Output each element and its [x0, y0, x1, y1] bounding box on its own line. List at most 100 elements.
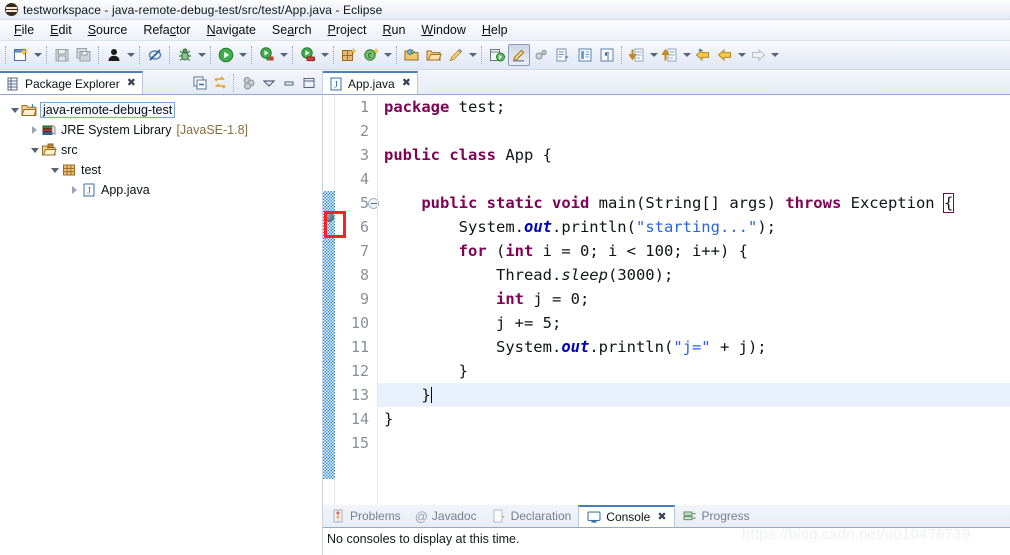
- line-number: 4: [359, 170, 369, 188]
- java-perspective-icon[interactable]: [486, 44, 508, 66]
- next-edit-icon[interactable]: [626, 44, 648, 66]
- marker-bar[interactable]: [323, 95, 335, 540]
- skip-breakpoints-icon[interactable]: [144, 44, 166, 66]
- next-annotation-icon[interactable]: [552, 44, 574, 66]
- menu-source[interactable]: Source: [80, 22, 136, 38]
- code-line: public class App {: [384, 146, 553, 164]
- source-folder-icon: [41, 142, 57, 158]
- tab-javadoc[interactable]: @ Javadoc: [408, 505, 484, 527]
- menu-search[interactable]: Search: [264, 22, 320, 38]
- new-class-dropdown-icon[interactable]: [382, 44, 393, 66]
- view-menu-icon[interactable]: [259, 73, 278, 92]
- tree-item-jre-library[interactable]: JRE System Library [JavaSE-1.8]: [0, 120, 322, 140]
- new-class-icon[interactable]: C: [360, 44, 382, 66]
- menu-navigate[interactable]: Navigate: [199, 22, 264, 38]
- code-editor[interactable]: package test; public class App { public …: [377, 95, 1010, 540]
- filters-icon[interactable]: [239, 73, 258, 92]
- tree-item-jre-library-label: JRE System Library: [61, 123, 172, 137]
- edit-highlight-icon[interactable]: [508, 44, 530, 66]
- tab-console[interactable]: Console ✖: [578, 505, 675, 527]
- new-package-icon[interactable]: [338, 44, 360, 66]
- debug-dropdown-icon[interactable]: [196, 44, 207, 66]
- package-icon: [61, 162, 77, 178]
- save-all-icon[interactable]: [73, 44, 95, 66]
- external-tools-dropdown-icon[interactable]: [278, 44, 289, 66]
- close-icon[interactable]: ✖: [127, 78, 136, 89]
- link-icon[interactable]: [530, 44, 552, 66]
- menu-help[interactable]: Help: [474, 22, 516, 38]
- tree-item-app-java[interactable]: J App.java: [0, 180, 322, 200]
- paragraph-icon[interactable]: ¶: [596, 44, 618, 66]
- tree-item-src[interactable]: src: [0, 140, 322, 160]
- twisty-down-icon[interactable]: [48, 167, 61, 173]
- person-icon[interactable]: [103, 44, 125, 66]
- search-dropdown-icon[interactable]: [467, 44, 478, 66]
- tree-item-test-package[interactable]: test: [0, 160, 322, 180]
- toolbar-separator: [621, 46, 623, 64]
- eclipse-window: testworkspace - java-remote-debug-test/s…: [0, 0, 1010, 555]
- twisty-right-icon[interactable]: [28, 126, 41, 134]
- line-number: 5: [359, 194, 369, 212]
- open-type-icon[interactable]: [401, 44, 423, 66]
- toggle-view-icon[interactable]: [574, 44, 596, 66]
- code-line: for (int i = 0; i < 100; i++) {: [458, 242, 748, 260]
- close-icon[interactable]: ✖: [402, 78, 411, 89]
- package-explorer-icon: [5, 76, 21, 92]
- back-dropdown-icon[interactable]: [736, 44, 747, 66]
- tab-app-java[interactable]: J App.java ✖: [323, 71, 418, 94]
- run-external-tools-icon[interactable]: [256, 44, 278, 66]
- package-explorer-tree[interactable]: java-remote-debug-test JRE System Librar…: [0, 95, 322, 555]
- run-icon[interactable]: [215, 44, 237, 66]
- code-line-current: }: [378, 383, 1010, 407]
- debug-icon[interactable]: [174, 44, 196, 66]
- previous-edit-dropdown-icon[interactable]: [681, 44, 692, 66]
- editor-body: 1 2 3 4 5 6 7 8 9 10 11 12 13 14 15 pack…: [323, 95, 1010, 540]
- tab-declaration[interactable]: Declaration: [484, 505, 579, 527]
- progress-icon: [682, 508, 698, 524]
- collapse-all-icon[interactable]: [190, 73, 209, 92]
- open-resource-icon[interactable]: [423, 44, 445, 66]
- toolbar-separator: [396, 46, 398, 64]
- person-dropdown-icon[interactable]: [125, 44, 136, 66]
- new-wizard-icon[interactable]: [10, 44, 32, 66]
- tree-item-test-package-label: test: [81, 163, 102, 177]
- twisty-right-icon[interactable]: [68, 186, 81, 194]
- twisty-down-icon[interactable]: [8, 107, 21, 113]
- forward-dropdown-icon[interactable]: [769, 44, 780, 66]
- package-explorer-tab-row: Package Explorer ✖: [0, 71, 322, 95]
- menu-run[interactable]: Run: [374, 22, 413, 38]
- menu-project[interactable]: Project: [320, 22, 375, 38]
- line-number-gutter: 1 2 3 4 5 6 7 8 9 10 11 12 13 14 15: [335, 95, 379, 540]
- menu-refactor[interactable]: Refactor: [135, 22, 198, 38]
- close-icon[interactable]: ✖: [657, 511, 666, 523]
- menu-file[interactable]: File: [6, 22, 42, 38]
- tab-progress[interactable]: Progress: [675, 505, 757, 527]
- menu-edit[interactable]: Edit: [42, 22, 80, 38]
- menu-window[interactable]: Window: [413, 22, 473, 38]
- coverage-dropdown-icon[interactable]: [319, 44, 330, 66]
- search-pencil-icon[interactable]: [445, 44, 467, 66]
- link-with-editor-icon[interactable]: [210, 73, 229, 92]
- minimize-icon[interactable]: [279, 73, 298, 92]
- maximize-icon[interactable]: [299, 73, 318, 92]
- forward-icon[interactable]: [747, 44, 769, 66]
- code-line: }: [384, 410, 394, 428]
- tab-package-explorer[interactable]: Package Explorer ✖: [0, 71, 143, 94]
- new-wizard-dropdown-icon[interactable]: [32, 44, 43, 66]
- back-icon[interactable]: [714, 44, 736, 66]
- back-star-icon[interactable]: [692, 44, 714, 66]
- bottom-panel: Problems @ Javadoc Declaration Console ✖: [323, 505, 1010, 555]
- previous-edit-icon[interactable]: [659, 44, 681, 66]
- run-coverage-icon[interactable]: [297, 44, 319, 66]
- breakpoint-marker[interactable]: [325, 213, 334, 222]
- tree-item-jre-version: [JavaSE-1.8]: [176, 123, 249, 137]
- run-dropdown-icon[interactable]: [237, 44, 248, 66]
- tab-problems[interactable]: Problems: [323, 505, 408, 527]
- next-edit-dropdown-icon[interactable]: [648, 44, 659, 66]
- code-line: int j = 0;: [495, 290, 590, 308]
- tree-item-project[interactable]: java-remote-debug-test: [0, 100, 322, 120]
- save-icon[interactable]: [51, 44, 73, 66]
- twisty-down-icon[interactable]: [28, 147, 41, 153]
